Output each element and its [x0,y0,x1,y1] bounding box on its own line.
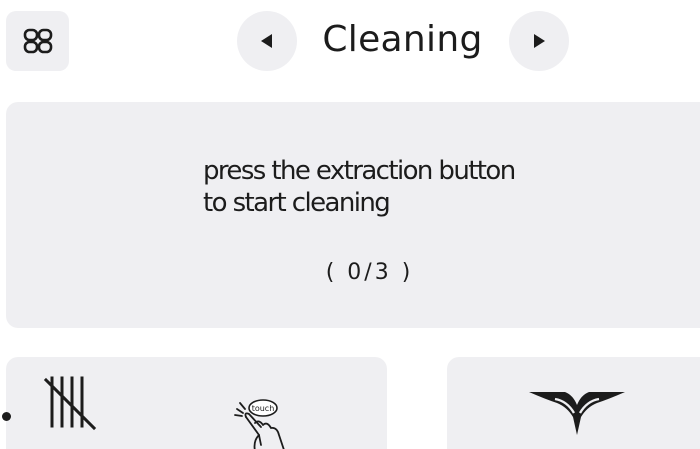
instruction-line-2: to start cleaning [203,188,391,218]
instruction-line-1: press the extraction button [203,156,516,186]
step-guide-panel: touch [2,357,387,449]
bullet-dot [2,412,11,421]
touch-hand-icon: touch [234,399,285,449]
next-button[interactable] [509,11,569,71]
grid-icon [23,28,52,54]
instruction-panel: press the extraction button to start cle… [6,102,700,328]
brand-panel [447,357,700,449]
menu-button[interactable] [6,11,69,71]
tally-marks-icon [43,376,97,431]
instruction-text: press the extraction button to start cle… [203,155,623,219]
triangle-right-icon [534,34,545,48]
triangle-left-icon [261,34,272,48]
wing-logo-icon [529,392,625,435]
touch-label: touch [252,404,275,413]
page-title: Cleaning [322,19,483,60]
progress-counter: ( 0/3 ) [325,260,414,285]
previous-button[interactable] [237,11,297,71]
cleaning-screen: Cleaning press the extraction button to … [0,0,700,449]
